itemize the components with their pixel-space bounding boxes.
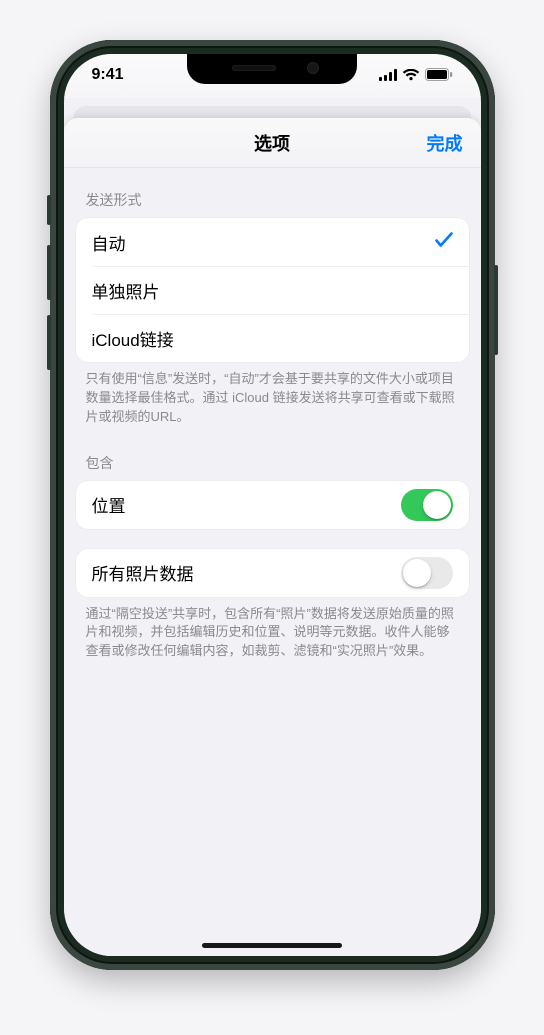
all-photo-data-group: 所有照片数据 [76,549,469,597]
row-label: 所有照片数据 [92,560,194,585]
volume-up-button [47,245,51,300]
phone-frame: 9:41 选项 完成 [50,40,495,970]
checkmark-icon [435,232,453,253]
screen: 9:41 选项 完成 [64,54,481,956]
section-header-include: 包含 [64,431,481,481]
navbar: 选项 完成 [64,118,481,168]
done-button[interactable]: 完成 [427,118,463,167]
options-sheet: 选项 完成 发送形式 自动 单独照片 [64,118,481,956]
all-photo-data-row: 所有照片数据 [76,549,469,597]
option-label: 自动 [92,230,126,255]
page-title: 选项 [254,130,290,156]
option-label: iCloud链接 [92,326,174,351]
notch [187,54,357,84]
send-format-group: 自动 单独照片 iCloud链接 [76,218,469,362]
send-format-footer: 只有使用“信息”发送时，“自动”才会基于要共享的文件大小或项目数量选择最佳格式。… [64,362,481,431]
include-group: 位置 [76,481,469,529]
section-header-send-format: 发送形式 [64,168,481,218]
location-toggle[interactable] [401,489,453,521]
sheet-body[interactable]: 发送形式 自动 单独照片 iCloud链接 [64,168,481,956]
option-single-photo[interactable]: 单独照片 [76,266,469,314]
status-time: 9:41 [92,66,124,84]
option-label: 单独照片 [92,278,160,303]
cellular-icon [379,69,397,81]
volume-down-button [47,315,51,370]
option-icloud-link[interactable]: iCloud链接 [76,314,469,362]
location-row: 位置 [76,481,469,529]
option-auto[interactable]: 自动 [76,218,469,266]
home-indicator[interactable] [202,943,342,948]
row-label: 位置 [92,492,126,517]
all-photo-data-toggle[interactable] [401,557,453,589]
side-button [494,265,498,355]
all-photo-data-footer: 通过“隔空投送”共享时，包含所有“照片”数据将发送原始质量的照片和视频，并包括编… [64,597,481,666]
wifi-icon [402,69,420,81]
battery-icon [425,68,453,81]
mute-switch [47,195,51,225]
